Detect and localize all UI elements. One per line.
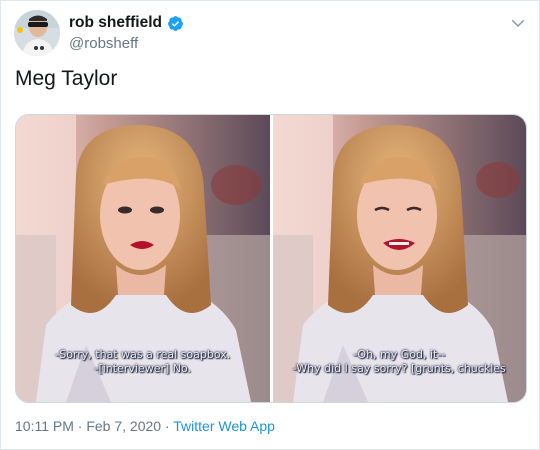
author-name[interactable]: rob sheffield xyxy=(69,14,184,32)
caption-line-1: -Oh, my God, it-- xyxy=(353,348,446,361)
separator: · xyxy=(77,418,83,434)
tweet-media[interactable]: -Sorry, that was a real soapbox. -[inter… xyxy=(15,114,527,403)
tweet-time[interactable]: 10:11 PM xyxy=(15,418,74,434)
media-frame-2[interactable]: -Oh, my God, it-- -Why did I say sorry? … xyxy=(272,115,527,402)
tweet-date[interactable]: Feb 7, 2020 xyxy=(86,418,161,434)
caption-line-2: -[interviewer] No. xyxy=(94,362,192,375)
source-app-link[interactable]: Twitter Web App xyxy=(173,418,275,434)
caption-line-1: -Sorry, that was a real soapbox. xyxy=(55,348,231,361)
separator: · xyxy=(164,418,170,434)
avatar[interactable] xyxy=(14,10,60,56)
tweet-metadata: 10:11 PM · Feb 7, 2020 · Twitter Web App xyxy=(15,418,275,434)
subtitle-caption: -Sorry, that was a real soapbox. -[inter… xyxy=(16,348,270,376)
chevron-down-icon[interactable] xyxy=(509,14,527,32)
tweet-text: Meg Taylor xyxy=(15,67,118,90)
subtitle-caption: -Oh, my God, it-- -Why did I say sorry? … xyxy=(273,348,527,376)
media-frame-1[interactable]: -Sorry, that was a real soapbox. -[inter… xyxy=(16,115,270,402)
author-display-name[interactable]: rob sheffield xyxy=(69,14,162,32)
verified-badge-icon xyxy=(168,15,183,31)
caption-line-2: -Why did I say sorry? [grunts, chuckles xyxy=(292,362,506,375)
tweet-card: rob sheffield @robsheff Meg Taylor -Sorr… xyxy=(0,0,540,450)
author-handle[interactable]: @robsheff xyxy=(69,35,138,52)
